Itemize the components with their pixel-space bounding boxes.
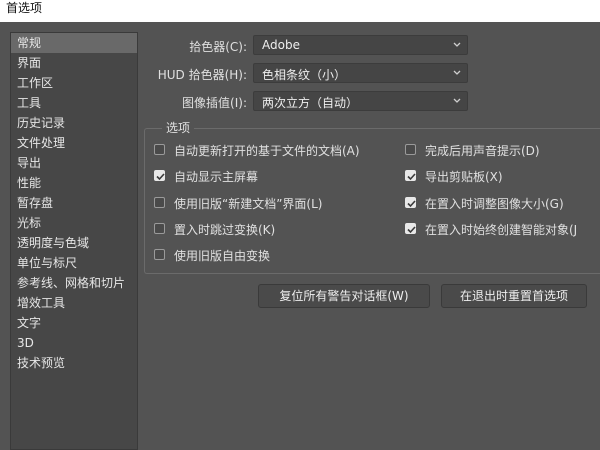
options-legend: 选项 xyxy=(162,119,195,136)
smart-object-on-place-checkbox[interactable]: 在置入时始终创建智能对象(J xyxy=(405,220,600,238)
sidebar-item-interface[interactable]: 界面 xyxy=(11,53,137,73)
preferences-sidebar: 常规 界面 工作区 工具 历史记录 文件处理 导出 性能 暂存盘 光标 透明度与… xyxy=(10,32,138,450)
checkbox-label: 自动更新打开的基于文件的文档(A) xyxy=(174,144,360,158)
checkbox-box[interactable] xyxy=(154,144,165,155)
sidebar-item-general[interactable]: 常规 xyxy=(11,33,137,53)
reset-warnings-button[interactable]: 复位所有警告对话框(W) xyxy=(258,284,430,308)
sidebar-item-type[interactable]: 文字 xyxy=(11,313,137,333)
checkbox-box[interactable] xyxy=(405,144,416,155)
checkbox-label: 使用旧版“新建文档”界面(L) xyxy=(174,197,323,211)
sidebar-item-export[interactable]: 导出 xyxy=(11,153,137,173)
interpolation-label: 图像插值(I): xyxy=(182,96,247,110)
color-picker-value: Adobe xyxy=(262,38,300,52)
sidebar-item-technology-previews[interactable]: 技术预览 xyxy=(11,353,137,373)
sidebar-item-plugins[interactable]: 增效工具 xyxy=(11,293,137,313)
checkmark-icon xyxy=(156,173,165,181)
reset-prefs-on-quit-button[interactable]: 在退出时重置首选项 xyxy=(441,284,587,308)
checkbox-box[interactable] xyxy=(154,170,165,181)
sidebar-item-3d[interactable]: 3D xyxy=(11,333,137,353)
checkbox-box[interactable] xyxy=(405,223,416,234)
checkbox-box[interactable] xyxy=(405,170,416,181)
hud-color-picker-row: HUD 拾色器(H): xyxy=(150,63,247,85)
sidebar-item-tools[interactable]: 工具 xyxy=(11,93,137,113)
checkbox-box[interactable] xyxy=(154,223,165,234)
window-title: 首选项 xyxy=(6,1,43,15)
chevron-down-icon xyxy=(453,98,461,103)
checkbox-box[interactable] xyxy=(154,249,165,260)
checkbox-label: 使用旧版自由变换 xyxy=(174,249,271,263)
interpolation-select[interactable]: 两次立方（自动） xyxy=(253,91,468,111)
checkbox-box[interactable] xyxy=(154,197,165,208)
checkbox-box[interactable] xyxy=(405,197,416,208)
checkbox-label: 置入时跳过变换(K) xyxy=(174,223,276,237)
sidebar-item-workspace[interactable]: 工作区 xyxy=(11,73,137,93)
sidebar-item-transparency-gamut[interactable]: 透明度与色域 xyxy=(11,233,137,253)
checkmark-icon xyxy=(407,200,416,208)
interpolation-value: 两次立方（自动） xyxy=(262,96,359,110)
hud-color-picker-label: HUD 拾色器(H): xyxy=(157,68,247,82)
sidebar-item-performance[interactable]: 性能 xyxy=(11,173,137,193)
sidebar-item-history[interactable]: 历史记录 xyxy=(11,113,137,133)
chevron-down-icon xyxy=(453,42,461,47)
checkbox-label: 在置入时始终创建智能对象(J xyxy=(425,223,578,237)
hud-color-picker-value: 色相条纹（小） xyxy=(262,68,347,82)
checkmark-icon xyxy=(407,226,416,234)
checkmark-icon xyxy=(407,173,416,181)
checkbox-label: 完成后用声音提示(D) xyxy=(425,144,540,158)
color-picker-row: 拾色器(C): xyxy=(150,35,247,57)
sidebar-item-cursors[interactable]: 光标 xyxy=(11,213,137,233)
interpolation-row: 图像插值(I): xyxy=(150,91,247,113)
sidebar-item-file-handling[interactable]: 文件处理 xyxy=(11,133,137,153)
window-titlebar: 首选项 xyxy=(0,0,600,22)
color-picker-select[interactable]: Adobe xyxy=(253,35,468,55)
sidebar-item-scratch-disks[interactable]: 暂存盘 xyxy=(11,193,137,213)
hud-color-picker-select[interactable]: 色相条纹（小） xyxy=(253,63,468,83)
sidebar-item-guides-grid-slices[interactable]: 参考线、网格和切片 xyxy=(11,273,137,293)
sidebar-item-units-rulers[interactable]: 单位与标尺 xyxy=(11,253,137,273)
checkbox-label: 自动显示主屏幕 xyxy=(174,170,259,184)
chevron-down-icon xyxy=(453,70,461,75)
color-picker-label: 拾色器(C): xyxy=(189,40,247,54)
checkbox-label: 在置入时调整图像大小(G) xyxy=(425,197,564,211)
checkbox-label: 导出剪贴板(X) xyxy=(425,170,503,184)
